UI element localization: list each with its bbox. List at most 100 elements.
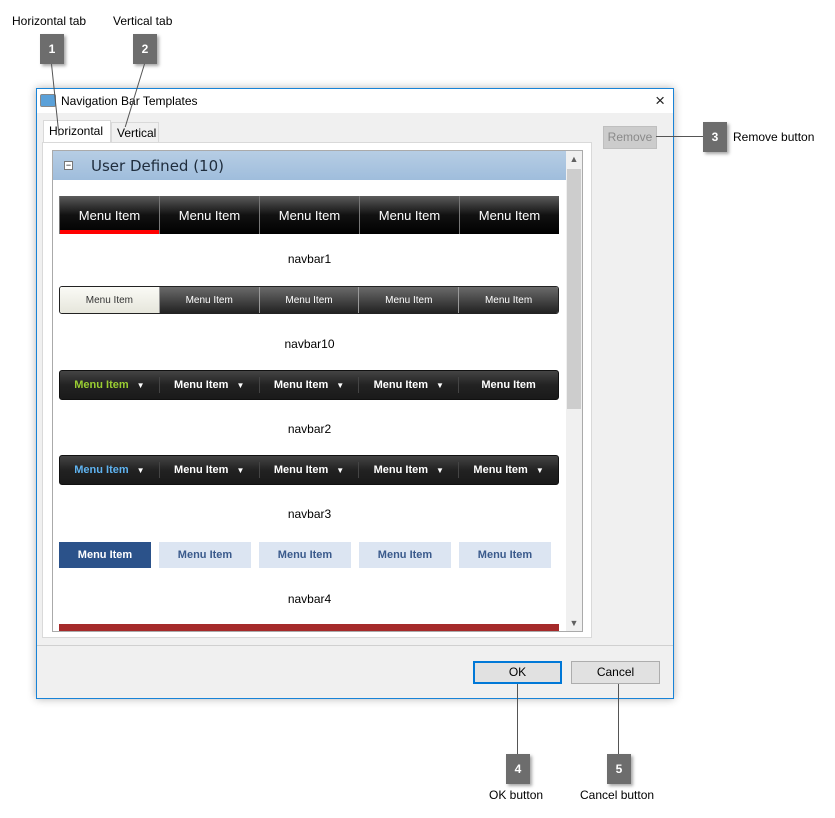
navbar-navbar2: Menu Item ▼ Menu Item ▼ Menu Item ▼ Menu Item ▼… (59, 370, 559, 400)
menu-item[interactable]: Menu Item (458, 287, 558, 313)
menu-item[interactable]: Menu Item (459, 542, 551, 568)
leader-line (618, 684, 619, 754)
menu-item-label: Menu Item (278, 207, 341, 223)
callout-3-label: Remove button (733, 130, 815, 144)
tab-panel: − User Defined (10) Menu Item Menu Item Me… (42, 142, 592, 638)
menu-item-label: Menu Item (178, 207, 241, 223)
menu-item[interactable]: Menu Item (358, 287, 459, 313)
callout-1: 1 (40, 34, 64, 64)
menu-item-label: Menu Item (77, 549, 133, 561)
navbar-partial[interactable] (59, 624, 559, 631)
leader-line (656, 136, 703, 137)
callout-1-label: Horizontal tab (12, 14, 87, 28)
menu-item-label: Menu Item (74, 379, 129, 391)
menu-item[interactable]: Menu Item (158, 287, 259, 313)
menu-item-label: Menu Item (481, 379, 536, 391)
menu-item[interactable]: Menu Item ▼ (459, 462, 558, 478)
callout-2: 2 (133, 34, 157, 64)
menu-item-label: Menu Item (378, 207, 441, 223)
group-header[interactable]: − User Defined (10) (53, 151, 566, 180)
navbar-name-label: navbar10 (284, 337, 335, 351)
callout-5-label: Cancel button (580, 788, 655, 802)
menu-item[interactable]: Menu Item ▼ (359, 462, 460, 478)
menu-item-label: Menu Item (277, 549, 333, 561)
menu-item[interactable]: Menu Item (259, 196, 359, 234)
callout-2-label: Vertical tab (113, 14, 173, 28)
menu-item[interactable]: Menu Item (258, 287, 359, 313)
menu-item[interactable]: Menu Item (459, 196, 559, 234)
menu-item[interactable]: Menu Item (259, 542, 351, 568)
menu-item-label: Menu Item (174, 379, 229, 391)
scroll-up-icon[interactable]: ▲ (566, 151, 582, 167)
navbar-name-label: navbar1 (287, 252, 332, 266)
tab-horizontal[interactable]: Horizontal (43, 120, 111, 143)
window-title: Navigation Bar Templates (61, 94, 198, 108)
menu-item-label: Menu Item (273, 464, 329, 476)
menu-item[interactable]: Menu Item (359, 196, 459, 234)
caret-down-icon: ▼ (236, 465, 245, 475)
navbar-navbar3: Menu Item ▼ Menu Item ▼ Menu Item ▼ Menu Item ▼… (59, 455, 559, 485)
scrollbar[interactable]: ▲ ▼ (566, 151, 582, 631)
menu-item[interactable]: Menu Item ▼ (160, 377, 260, 393)
caret-down-icon: ▼ (136, 380, 145, 390)
caret-down-icon: ▼ (336, 380, 345, 390)
menu-item-label: Menu Item (473, 464, 528, 476)
menu-item-label: Menu Item (377, 549, 433, 561)
navbar-navbar1: Menu Item Menu Item Menu Item Menu Item Menu… (59, 196, 559, 234)
menu-item-label: Menu Item (478, 207, 541, 223)
menu-item-label: Menu Item (477, 549, 533, 561)
menu-item[interactable]: Menu Item ▼ (60, 377, 160, 393)
navbar-navbar10: Menu Item Menu Item Menu Item Menu Item Menu… (59, 286, 559, 314)
caret-down-icon: ▼ (136, 465, 145, 475)
menu-item-label: Menu Item (285, 294, 333, 306)
navbar-navbar4: Menu Item Menu Item Menu Item Menu Item Menu… (59, 542, 559, 568)
navbar-name-label: navbar2 (287, 422, 332, 436)
menu-item-label: Menu Item (85, 294, 134, 306)
caret-down-icon: ▼ (436, 380, 444, 390)
menu-item[interactable]: Menu Item (59, 196, 159, 234)
menu-item-label: Menu Item (177, 549, 233, 561)
cancel-button[interactable]: Cancel (571, 661, 660, 684)
caret-down-icon: ▼ (336, 465, 345, 475)
menu-item-label: Menu Item (385, 294, 433, 306)
menu-item[interactable]: Menu Item ▼ (260, 462, 360, 478)
menu-item[interactable]: Menu Item (159, 196, 259, 234)
menu-item-label: Menu Item (484, 294, 533, 306)
leader-line (517, 684, 518, 754)
callout-4: 4 (506, 754, 530, 784)
menu-item[interactable]: Menu Item (459, 377, 558, 393)
collapse-icon[interactable]: − (64, 161, 73, 170)
caret-down-icon: ▼ (535, 465, 544, 475)
menu-item[interactable]: Menu Item ▼ (60, 462, 160, 478)
menu-item[interactable]: Menu Item (60, 287, 159, 313)
group-title: User Defined (10) (91, 157, 225, 175)
navbar-name-label: navbar4 (287, 592, 332, 606)
menu-item-label: Menu Item (174, 464, 229, 476)
menu-item-label: Menu Item (373, 464, 429, 476)
menu-item[interactable]: Menu Item (159, 542, 251, 568)
menu-item-label: Menu Item (78, 207, 141, 223)
menu-item[interactable]: Menu Item (59, 542, 151, 568)
menu-item-label: Menu Item (273, 379, 329, 391)
menu-item[interactable]: Menu Item (359, 542, 451, 568)
scroll-thumb[interactable] (567, 169, 581, 409)
menu-item[interactable]: Menu Item ▼ (160, 462, 260, 478)
menu-item[interactable]: Menu Item ▼ (359, 377, 460, 393)
menu-item-label: Menu Item (74, 464, 129, 476)
menu-item-label: Menu Item (373, 379, 429, 391)
menu-item[interactable]: Menu Item ▼ (260, 377, 360, 393)
divider (37, 645, 673, 646)
scroll-down-icon[interactable]: ▼ (566, 615, 582, 631)
menu-item-label: Menu Item (185, 294, 233, 306)
remove-button[interactable]: Remove (603, 126, 657, 149)
template-list: − User Defined (10) Menu Item Menu Item Me… (52, 150, 583, 632)
tab-vertical[interactable]: Vertical (111, 122, 159, 143)
ok-button[interactable]: OK (473, 661, 562, 684)
close-icon[interactable]: × (655, 91, 665, 111)
navbar-name-label: navbar3 (287, 507, 332, 521)
caret-down-icon: ▼ (436, 465, 444, 475)
callout-3: 3 (703, 122, 727, 152)
dialog-window: Navigation Bar Templates × Horizontal Ve… (36, 88, 674, 699)
callout-4-label: OK button (489, 788, 544, 802)
caret-down-icon: ▼ (236, 380, 245, 390)
